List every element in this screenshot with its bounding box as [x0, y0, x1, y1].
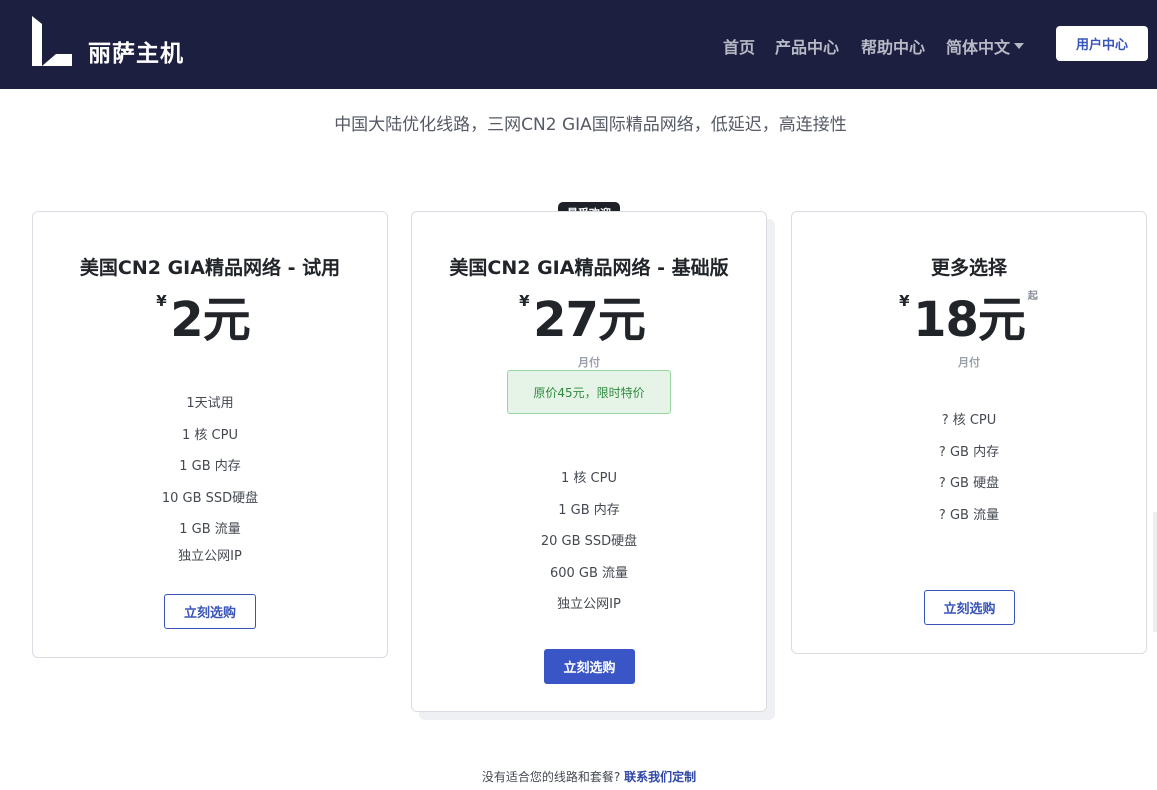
plan-price-value: 18元: [913, 292, 1026, 348]
plan-card-more: 更多选择 ¥ 18元 起 月付 ? 核 CPU ? GB 内存 ? GB 硬盘 …: [791, 211, 1147, 654]
page-subtitle: 中国大陆优化线路，三网CN2 GIA国际精品网络，低延迟，高连接性: [334, 115, 847, 135]
plan-feature: 1 GB 流量: [179, 522, 241, 537]
currency-symbol: ¥: [519, 292, 529, 310]
plan-title: 美国CN2 GIA精品网络 - 试用: [79, 257, 341, 279]
plan-title: 美国CN2 GIA精品网络 - 基础版: [449, 257, 729, 279]
plan-feature: 20 GB SSD硬盘: [540, 534, 638, 549]
plan-card-basic: 美国CN2 GIA精品网络 - 基础版 ¥ 27元 月付 原价45元，限时特价 …: [411, 211, 767, 712]
billing-period: 月付: [958, 356, 980, 369]
chevron-down-icon: [1014, 43, 1025, 49]
plan-price: ¥ 18元 起: [792, 292, 1146, 345]
plan-feature: 10 GB SSD硬盘: [161, 491, 259, 506]
plan-feature: 1天试用: [186, 396, 234, 411]
buy-now-button[interactable]: 立刻选购: [164, 594, 256, 629]
custom-plan-question: 没有适合您的线路和套餐?: [481, 770, 621, 784]
plan-feature: ? 核 CPU: [941, 413, 997, 428]
brand-name: 丽萨主机: [88, 41, 184, 67]
top-navbar: 丽萨主机 首页 产品中心 帮助中心 简体中文 用户中心: [0, 0, 1157, 89]
plan-feature: 1 核 CPU: [182, 428, 238, 443]
language-dropdown[interactable]: 简体中文: [946, 34, 1025, 58]
language-label: 简体中文: [946, 38, 1011, 57]
nav-help[interactable]: 帮助中心: [861, 34, 925, 58]
currency-symbol: ¥: [899, 292, 909, 310]
billing-period: 月付: [578, 356, 600, 369]
plan-feature: 独立公网IP: [178, 549, 242, 564]
price-suffix: 起: [1027, 291, 1038, 302]
plan-feature: 1 核 CPU: [561, 471, 617, 486]
custom-plan-note: 没有适合您的线路和套餐? 联系我们定制: [0, 768, 1157, 785]
plan-feature: 1 GB 内存: [179, 459, 241, 474]
scrollbar-track[interactable]: [1153, 512, 1157, 632]
plan-price-value: 2元: [170, 292, 250, 348]
brand-logo-icon: [32, 16, 72, 66]
user-center-button[interactable]: 用户中心: [1056, 26, 1148, 61]
plan-feature: ? GB 流量: [938, 508, 1000, 523]
plan-title: 更多选择: [930, 257, 1007, 279]
plan-feature: ? GB 硬盘: [938, 476, 1000, 491]
nav-products[interactable]: 产品中心: [775, 34, 839, 58]
brand-logo[interactable]: 丽萨主机: [32, 16, 183, 67]
nav-home[interactable]: 首页: [723, 34, 755, 58]
currency-symbol: ¥: [156, 292, 166, 310]
buy-now-button[interactable]: 立刻选购: [924, 590, 1015, 625]
plan-feature: ? GB 内存: [938, 445, 1000, 460]
plan-price: ¥ 27元: [412, 292, 766, 345]
plan-price-value: 27元: [533, 292, 646, 348]
contact-us-link[interactable]: 联系我们定制: [624, 770, 696, 784]
plan-feature: 600 GB 流量: [549, 566, 629, 581]
plan-price: ¥ 2元: [33, 292, 387, 345]
promo-notice: 原价45元，限时特价: [507, 370, 671, 414]
buy-now-button[interactable]: 立刻选购: [544, 649, 635, 684]
plan-card-trial: 美国CN2 GIA精品网络 - 试用 ¥ 2元 1天试用 1 核 CPU 1 G…: [32, 211, 388, 658]
plan-feature: 独立公网IP: [557, 597, 621, 612]
plan-feature: 1 GB 内存: [558, 503, 620, 518]
